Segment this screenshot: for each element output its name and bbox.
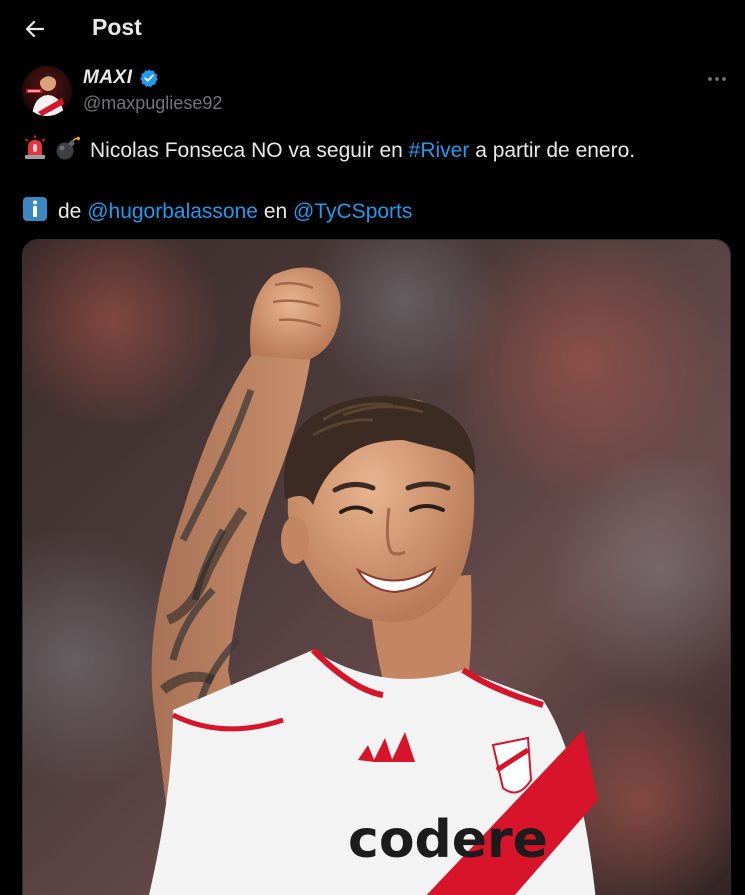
tweet-text-line-2: de @hugorbalassone en @TyCSports	[22, 196, 412, 228]
more-horizontal-icon	[708, 77, 726, 81]
verified-badge-icon	[139, 69, 158, 88]
jersey-sponsor-text: codere	[348, 810, 548, 870]
arrow-left-icon	[25, 20, 45, 38]
hashtag-river-link[interactable]: #River	[409, 139, 470, 163]
avatar-image	[22, 66, 72, 116]
source-prefix: de	[58, 200, 82, 223]
siren-emoji-icon	[22, 135, 48, 167]
page-title: Post	[92, 14, 142, 40]
author-name-row[interactable]: MAXI	[83, 67, 159, 89]
more-options-button[interactable]	[704, 66, 730, 92]
tweet-text-line-1: Nicolas Fonseca NO va seguir en #River a…	[22, 135, 635, 167]
tweet-text-tail: a partir de enero.	[475, 139, 636, 162]
information-emoji-icon	[22, 196, 48, 228]
avatar[interactable]	[22, 66, 72, 116]
post-header: Post	[0, 0, 745, 57]
mention-tycsports-link[interactable]: @TyCSports	[293, 200, 412, 224]
post-media-image[interactable]: codere	[22, 239, 731, 895]
post-page: Post MAXI @maxpugliese92 Nicolas Fonseca…	[0, 0, 745, 895]
bomb-emoji-icon	[54, 135, 80, 167]
tweet-text-main: Nicolas Fonseca NO va seguir en	[90, 139, 403, 162]
back-button[interactable]	[16, 10, 54, 48]
author-handle[interactable]: @maxpugliese92	[83, 93, 222, 114]
source-connector: en	[263, 200, 288, 223]
author-name[interactable]: MAXI	[83, 67, 133, 89]
mention-hugorbalassone-link[interactable]: @hugorbalassone	[87, 200, 258, 224]
player-photo: codere	[23, 240, 730, 895]
